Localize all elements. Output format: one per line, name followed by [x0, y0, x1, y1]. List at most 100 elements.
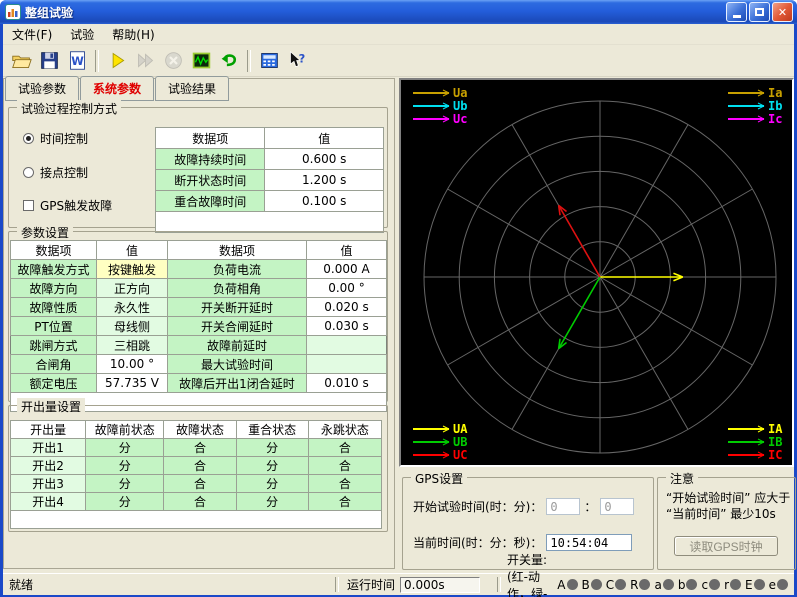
- indicator-letter: b: [678, 578, 686, 592]
- current-time-input[interactable]: [546, 534, 632, 551]
- radio-icon: [23, 167, 34, 178]
- menu-file[interactable]: 文件(F): [3, 24, 61, 45]
- state-cell[interactable]: 合: [164, 493, 236, 511]
- value-cell[interactable]: 0.100 s: [265, 191, 384, 212]
- indicator-letter: c: [701, 578, 708, 592]
- value-cell[interactable]: 三相跳: [97, 336, 168, 355]
- toolbar-separator: [95, 50, 99, 72]
- indicator-dot: [663, 579, 674, 590]
- undo-button[interactable]: [216, 48, 242, 73]
- calculator-button[interactable]: [256, 48, 282, 73]
- state-cell[interactable]: 分: [86, 493, 164, 511]
- open-button[interactable]: [8, 48, 34, 73]
- export-word-button[interactable]: W: [64, 48, 90, 73]
- state-cell[interactable]: 分: [236, 439, 308, 457]
- table-row: 开出3分合分合: [11, 475, 382, 493]
- data-item-cell: 故障后开出1闭合延时: [168, 374, 307, 393]
- window-title: 整组试验: [25, 4, 726, 21]
- empty-row: [11, 511, 382, 529]
- indicator-letter: B: [582, 578, 590, 592]
- option-label: GPS触发故障: [40, 197, 112, 214]
- stop-button[interactable]: [160, 48, 186, 73]
- start-hour-input[interactable]: [546, 498, 580, 515]
- indicator-letter: E: [745, 578, 753, 592]
- value-cell[interactable]: 永久性: [97, 298, 168, 317]
- tab-system-params[interactable]: 系统参数: [80, 76, 154, 101]
- data-item-cell: 跳闸方式: [11, 336, 97, 355]
- state-cell[interactable]: 合: [308, 457, 381, 475]
- run-icon: [107, 50, 128, 71]
- runtime-label: 运行时间: [347, 576, 395, 593]
- option-label: 接点控制: [40, 164, 88, 181]
- state-cell[interactable]: 合: [164, 475, 236, 493]
- state-cell[interactable]: 合: [308, 493, 381, 511]
- tab-test-params[interactable]: 试验参数: [5, 76, 79, 101]
- outputs-group: 开出量设置 开出量故障前状态故障状态重合状态永跳状态开出1分合分合开出2分合分合…: [8, 405, 388, 532]
- state-cell[interactable]: 合: [164, 457, 236, 475]
- value-cell[interactable]: 0.020 s: [307, 298, 387, 317]
- close-button[interactable]: ✕: [772, 2, 793, 22]
- switch-indicator-R: R: [630, 578, 650, 592]
- state-cell[interactable]: 分: [236, 475, 308, 493]
- table-row: 开出4分合分合: [11, 493, 382, 511]
- legend-label-IC: IC: [768, 448, 782, 462]
- value-cell[interactable]: 0.010 s: [307, 374, 387, 393]
- state-cell[interactable]: 合: [308, 439, 381, 457]
- value-cell[interactable]: 0.030 s: [307, 317, 387, 336]
- gps-trigger-option[interactable]: GPS触发故障: [23, 197, 112, 214]
- start-minute-input[interactable]: [600, 498, 634, 515]
- indicator-dot: [591, 579, 602, 590]
- switch-indicator-E: E: [745, 578, 765, 592]
- value-cell[interactable]: 0.00 °: [307, 279, 387, 298]
- menu-test[interactable]: 试验: [61, 24, 103, 45]
- column-header: 开出量: [11, 421, 86, 439]
- data-item-cell: 断开状态时间: [156, 170, 265, 191]
- waveform-button[interactable]: [188, 48, 214, 73]
- value-cell[interactable]: 正方向: [97, 279, 168, 298]
- context-help-button[interactable]: ?: [284, 48, 310, 73]
- indicator-dot: [754, 579, 765, 590]
- state-cell[interactable]: 分: [86, 439, 164, 457]
- value-cell[interactable]: [307, 355, 387, 374]
- menu-help[interactable]: 帮助(H): [103, 24, 163, 45]
- indicator-dot: [730, 579, 741, 590]
- state-cell[interactable]: 分: [86, 475, 164, 493]
- switch-indicator-r: r: [724, 578, 741, 592]
- column-header: 值: [265, 128, 384, 149]
- phasor-vector-UB: [559, 277, 600, 349]
- value-cell[interactable]: 母线侧: [97, 317, 168, 336]
- value-cell[interactable]: [307, 336, 387, 355]
- data-item-cell: 负荷相角: [168, 279, 307, 298]
- value-cell[interactable]: 1.200 s: [265, 170, 384, 191]
- save-button[interactable]: [36, 48, 62, 73]
- indicator-dot: [777, 579, 788, 590]
- indicator-dot: [639, 579, 650, 590]
- save-icon: [39, 50, 60, 71]
- table-row: 故障持续时间0.600 s: [156, 149, 384, 170]
- column-header: 永跳状态: [308, 421, 381, 439]
- state-cell[interactable]: 分: [236, 493, 308, 511]
- app-window: 整组试验 ✕ 文件(F) 试验 帮助(H) W ?: [0, 0, 797, 597]
- switch-indicator-C: C: [606, 578, 626, 592]
- run-button[interactable]: [104, 48, 130, 73]
- state-cell[interactable]: 合: [164, 439, 236, 457]
- state-cell[interactable]: 分: [86, 457, 164, 475]
- column-header: 重合状态: [236, 421, 308, 439]
- contact-control-option[interactable]: 接点控制: [23, 164, 88, 181]
- value-cell[interactable]: 0.600 s: [265, 149, 384, 170]
- minimize-button[interactable]: [726, 2, 747, 22]
- checkbox-icon: [23, 200, 34, 211]
- value-cell[interactable]: 按键触发: [97, 260, 168, 279]
- run-continuous-button[interactable]: [132, 48, 158, 73]
- note-line: “开始试验时间” 应大于: [666, 490, 791, 506]
- time-control-option[interactable]: 时间控制: [23, 130, 88, 147]
- value-cell[interactable]: 10.00 °: [97, 355, 168, 374]
- value-cell[interactable]: 0.000 A: [307, 260, 387, 279]
- value-cell[interactable]: 57.735 V: [97, 374, 168, 393]
- tab-test-results[interactable]: 试验结果: [155, 76, 229, 101]
- maximize-button[interactable]: [749, 2, 770, 22]
- state-cell[interactable]: 分: [236, 457, 308, 475]
- client-area: 文件(F) 试验 帮助(H) W ? 试验参数 系统参数 试验结果: [3, 24, 794, 594]
- state-cell[interactable]: 合: [308, 475, 381, 493]
- indicator-letter: C: [606, 578, 614, 592]
